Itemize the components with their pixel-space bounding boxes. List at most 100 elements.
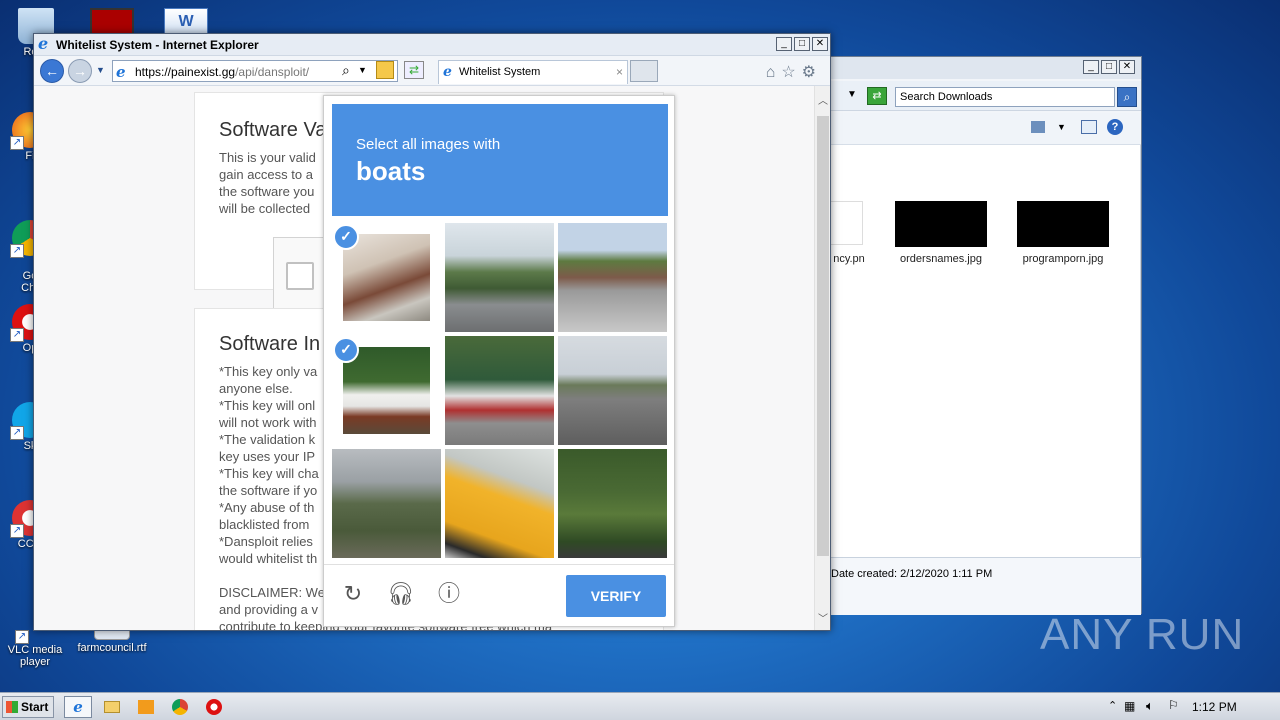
- captcha-header: Select all images with boats: [332, 104, 668, 216]
- taskbar: Start e ⌃ ▦ 🔈︎ ⚐ 1:12 PM: [0, 692, 1280, 720]
- chrome-icon: [172, 699, 188, 715]
- captcha-tile[interactable]: [445, 336, 554, 445]
- file-item[interactable]: ordersnames.jpg: [893, 201, 989, 265]
- tab-label: Whitelist System: [459, 66, 541, 78]
- dropdown-arrow-icon[interactable]: ▼: [847, 89, 857, 100]
- taskbar-explorer[interactable]: [98, 696, 126, 718]
- tile-image-boat: [343, 347, 430, 434]
- captcha-tile[interactable]: [558, 336, 667, 445]
- help-icon[interactable]: ?: [1107, 119, 1123, 135]
- captcha-tile[interactable]: [445, 223, 554, 332]
- refresh-icon[interactable]: ⇄: [867, 87, 887, 105]
- tile-image-intersection: [558, 336, 667, 445]
- history-dropdown-icon[interactable]: ▼: [96, 65, 105, 75]
- scroll-up-icon[interactable]: ︿: [815, 92, 831, 107]
- media-player-icon: [138, 700, 154, 714]
- captcha-tile[interactable]: ✓: [332, 336, 441, 445]
- taskbar-media-player[interactable]: [132, 696, 160, 718]
- forward-button[interactable]: →: [68, 59, 92, 83]
- file-label: ordersnames.jpg: [900, 253, 982, 265]
- favorites-star-icon[interactable]: ☆: [781, 64, 801, 81]
- show-hidden-icons-icon[interactable]: ⌃: [1108, 699, 1117, 712]
- minimize-button[interactable]: _: [776, 37, 792, 51]
- maximize-button[interactable]: □: [794, 37, 810, 51]
- file-thumbnail: [1017, 201, 1109, 247]
- explorer-file-area: ncy.pn ordersnames.jpg programporn.jpg: [827, 145, 1141, 557]
- folder-icon: [104, 701, 120, 713]
- file-item[interactable]: programporn.jpg: [1015, 201, 1111, 265]
- gear-icon[interactable]: ⚙: [802, 64, 822, 81]
- ie-logo-icon: e: [38, 34, 49, 53]
- window-title: Whitelist System - Internet Explorer: [56, 38, 259, 52]
- home-icon[interactable]: ⌂: [766, 64, 782, 81]
- chevron-down-icon[interactable]: ▼: [1057, 122, 1066, 132]
- file-item[interactable]: ncy.pn: [829, 201, 869, 265]
- start-button[interactable]: Start: [2, 696, 54, 718]
- explorer-toolbar: ▼ ?: [827, 113, 1141, 145]
- dropdown-arrow-icon[interactable]: ▼: [358, 65, 367, 75]
- maximize-button[interactable]: □: [1101, 60, 1117, 74]
- verify-button[interactable]: VERIFY: [566, 575, 666, 617]
- ie-tab-icon: e: [443, 64, 452, 80]
- explorer-search-input[interactable]: Search Downloads: [895, 87, 1115, 107]
- tile-image-taxi: [445, 449, 554, 558]
- explorer-window: _ □ ✕ ▼ ⇄ Search Downloads ⌕ ▼ ? ncy.pn …: [826, 56, 1142, 615]
- card-heading: Software In: [219, 333, 321, 355]
- close-button[interactable]: ✕: [1119, 60, 1135, 74]
- search-icon[interactable]: ⌕: [342, 62, 350, 79]
- tile-image-trees: [332, 449, 441, 558]
- captcha-tile[interactable]: [332, 449, 441, 558]
- captcha-tile[interactable]: ✓: [332, 223, 441, 332]
- captcha-tile[interactable]: [558, 223, 667, 332]
- desktop-icon-label: VLC media player: [7, 644, 63, 668]
- minimize-button[interactable]: _: [1083, 60, 1099, 74]
- captcha-challenge: Select all images with boats ✓ ✓ ↻ 🎧︎ ⓘ …: [323, 95, 675, 627]
- tab-whitelist-system[interactable]: e Whitelist System ×: [438, 60, 628, 84]
- back-button[interactable]: ←: [40, 59, 64, 83]
- tile-image-street: [558, 223, 667, 332]
- reload-icon[interactable]: ↻: [338, 579, 368, 609]
- ie-navbar: ← → ▼ e https://painexist.gg/api/dansplo…: [34, 56, 830, 86]
- scroll-down-icon[interactable]: ﹀: [815, 610, 831, 625]
- pdf-icon[interactable]: [90, 8, 134, 36]
- action-center-flag-icon[interactable]: ⚐: [1168, 698, 1179, 712]
- vertical-scrollbar[interactable]: ︿ ﹀: [814, 86, 830, 630]
- view-icon[interactable]: [1031, 121, 1045, 133]
- word-doc-icon[interactable]: W: [164, 8, 208, 36]
- taskbar-opera[interactable]: [200, 696, 228, 718]
- captcha-footer: ↻ 🎧︎ ⓘ VERIFY: [324, 564, 674, 628]
- search-icon[interactable]: ⌕: [1117, 87, 1137, 107]
- file-thumbnail: [829, 201, 863, 245]
- volume-icon[interactable]: 🔈︎: [1146, 698, 1154, 714]
- address-bar[interactable]: e https://painexist.gg/api/dansploit/: [112, 60, 398, 82]
- card-heading: Software Va: [219, 119, 327, 141]
- recaptcha-checkbox[interactable]: [286, 262, 314, 290]
- tab-close-icon[interactable]: ×: [616, 65, 623, 79]
- checkmark-icon: ✓: [333, 224, 359, 250]
- close-button[interactable]: ✕: [812, 37, 828, 51]
- ie-page-icon: e: [116, 63, 126, 81]
- captcha-tile[interactable]: [558, 449, 667, 558]
- tile-image-boat: [343, 234, 430, 321]
- taskbar-chrome[interactable]: [166, 696, 194, 718]
- preview-pane-icon[interactable]: [1081, 120, 1097, 134]
- new-tab-button[interactable]: [630, 60, 658, 82]
- tile-image-boat-trailer: [445, 336, 554, 445]
- ie-titlebar: e Whitelist System - Internet Explorer _…: [34, 34, 830, 56]
- info-icon[interactable]: ⓘ: [434, 579, 464, 609]
- taskbar-ie[interactable]: e: [64, 696, 92, 718]
- file-label: programporn.jpg: [1022, 253, 1104, 265]
- headphones-icon[interactable]: 🎧︎: [386, 579, 416, 609]
- status-text: Date created: 2/12/2020 1:11 PM: [831, 568, 993, 580]
- scrollbar-thumb[interactable]: [817, 116, 829, 556]
- clock[interactable]: 1:12 PM: [1192, 700, 1237, 714]
- explorer-titlebar: _ □ ✕: [827, 57, 1141, 79]
- lock-icon[interactable]: [376, 61, 394, 79]
- desktop-icon-label: farmcouncil.rtf: [77, 642, 147, 654]
- url-text: https://painexist.gg/api/dansploit/: [135, 65, 310, 79]
- network-icon[interactable]: ▦: [1124, 699, 1135, 713]
- refresh-icon[interactable]: ⇄: [404, 61, 424, 79]
- checkmark-icon: ✓: [333, 337, 359, 363]
- captcha-tile[interactable]: [445, 449, 554, 558]
- tile-image-trees-pole: [558, 449, 667, 558]
